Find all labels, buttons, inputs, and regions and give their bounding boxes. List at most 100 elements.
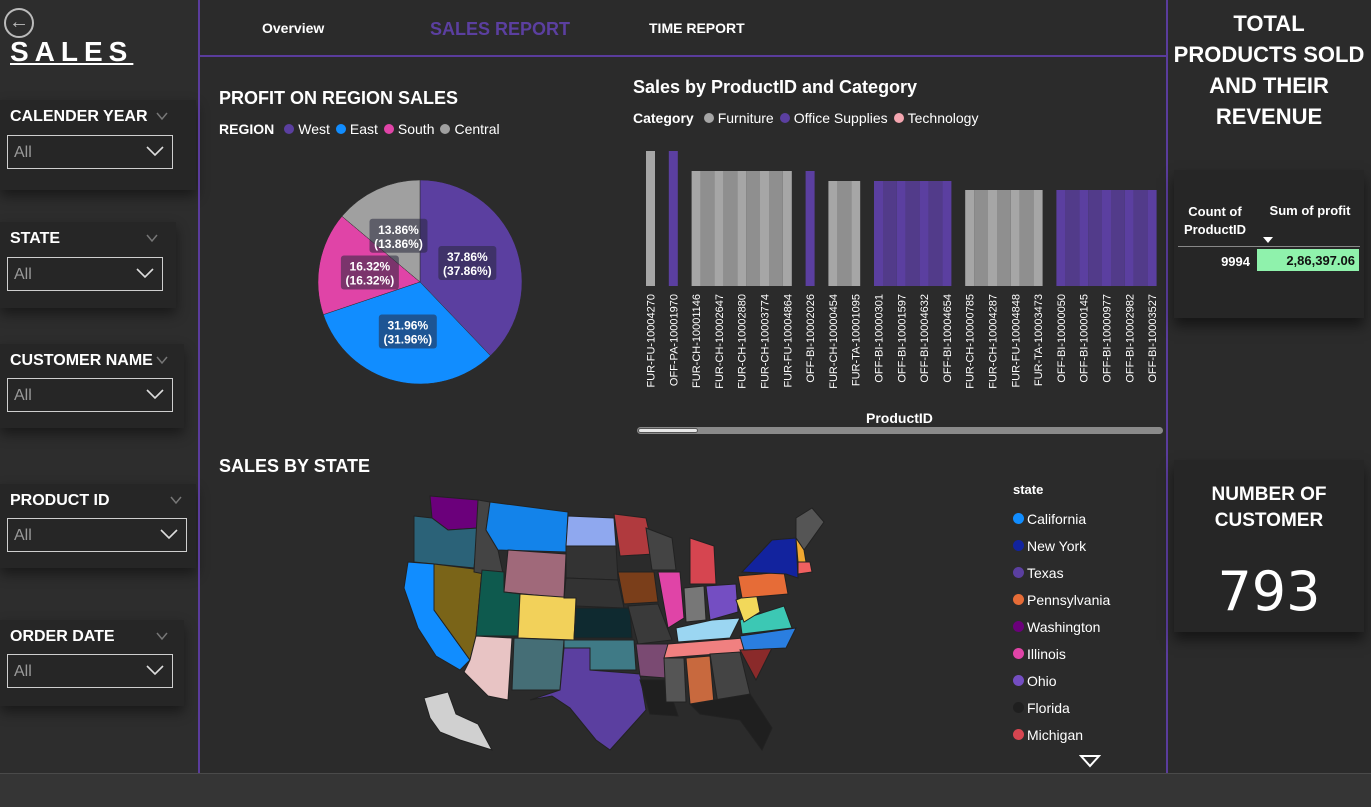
- bar-fur-fu-10004270[interactable]: [646, 151, 655, 286]
- bar-fur-ch-10002880[interactable]: [737, 171, 747, 286]
- product-bar-chart[interactable]: FUR-FU-10004270 OFF-PA-10001970 FUR-CH-100…: [630, 140, 1160, 440]
- legend-item-office-supplies[interactable]: Office Supplies: [779, 110, 888, 126]
- legend-item-technology[interactable]: Technology: [893, 110, 978, 126]
- bar-fur-ch-10004287[interactable]: [988, 190, 997, 286]
- legend-scroll-down-icon[interactable]: [1079, 754, 1101, 768]
- state-massachusetts[interactable]: [797, 561, 813, 575]
- legend-item-central[interactable]: Central: [440, 121, 500, 137]
- tab-overview[interactable]: Overview: [262, 20, 324, 36]
- bar-off-bi-10000050[interactable]: [1056, 190, 1066, 286]
- sort-descending-icon[interactable]: [1262, 236, 1274, 244]
- back-arrow-icon[interactable]: ←: [4, 8, 34, 38]
- state-new-york[interactable]: [740, 537, 799, 579]
- bar-fur-ch-10001146[interactable]: [691, 171, 701, 286]
- x-tick-label: FUR-FU-10004270: [646, 294, 658, 388]
- slicer-dropdown[interactable]: All: [7, 378, 173, 412]
- chevron-down-icon[interactable]: [156, 110, 168, 122]
- legend-item-west[interactable]: West: [284, 121, 330, 137]
- region-pie-chart[interactable]: 37.86%(37.86%)31.96%(31.96%)16.32%(16.32…: [310, 172, 530, 392]
- legend-item-california[interactable]: California: [1013, 505, 1143, 532]
- state-iowa[interactable]: [617, 571, 659, 605]
- legend-item-new-york[interactable]: New York: [1013, 532, 1143, 559]
- bar-band: [1111, 190, 1125, 286]
- state-colorado[interactable]: [517, 593, 577, 641]
- chevron-down-icon: [146, 389, 164, 400]
- scrollbar-thumb[interactable]: [638, 428, 698, 433]
- bar-off-bi-10002026[interactable]: [805, 171, 815, 286]
- chevron-down-icon[interactable]: [156, 354, 168, 366]
- slicer-dropdown[interactable]: All: [7, 257, 163, 291]
- slicer-selected-value: All: [14, 266, 32, 283]
- tab-sales-report[interactable]: SALES REPORT: [430, 19, 570, 40]
- profit-value: 2,86,397.06: [1257, 249, 1359, 271]
- chevron-down-icon[interactable]: [156, 630, 168, 642]
- bar-off-bi-10003527[interactable]: [1147, 190, 1157, 286]
- tab-time-report[interactable]: TIME REPORT: [649, 20, 745, 36]
- slicer-selected-value: All: [14, 527, 32, 544]
- legend-dot: [1013, 621, 1024, 632]
- page-footer-bar: [0, 773, 1371, 807]
- state-alabama[interactable]: [685, 655, 715, 705]
- state-kansas[interactable]: [573, 607, 633, 639]
- legend-item-washington[interactable]: Washington: [1013, 613, 1143, 640]
- state-montana[interactable]: [485, 501, 569, 553]
- state-new-mexico[interactable]: [511, 637, 565, 691]
- legend-item-texas[interactable]: Texas: [1013, 559, 1143, 586]
- chevron-down-icon[interactable]: [170, 494, 182, 506]
- state-florida[interactable]: [688, 693, 773, 751]
- legend-item-michigan[interactable]: Michigan: [1013, 721, 1143, 748]
- us-state-map[interactable]: [400, 488, 840, 763]
- legend-item-pennsylvania[interactable]: Pennsylvania: [1013, 586, 1143, 613]
- legend-title: REGION: [219, 121, 275, 137]
- pie-chart-title: PROFIT ON REGION SALES: [219, 88, 459, 108]
- legend-item-east[interactable]: East: [335, 121, 378, 137]
- state-michigan[interactable]: [689, 537, 717, 585]
- bar-fur-ta-10001095[interactable]: [851, 181, 861, 286]
- bar-fur-ch-10003774[interactable]: [760, 171, 769, 286]
- bar-off-bi-10000145[interactable]: [1079, 190, 1089, 286]
- legend-item-south[interactable]: South: [383, 121, 434, 137]
- legend-item-florida[interactable]: Florida: [1013, 694, 1143, 721]
- slicer-dropdown[interactable]: All: [7, 654, 173, 688]
- column-header-count[interactable]: Count of ProductID: [1178, 203, 1252, 239]
- bar-off-bi-10004654[interactable]: [942, 181, 952, 286]
- bar-off-bi-10002982[interactable]: [1124, 190, 1134, 286]
- legend-item-furniture[interactable]: Furniture: [703, 110, 774, 126]
- bar-band: [723, 171, 738, 286]
- slicer-dropdown[interactable]: All: [7, 135, 173, 169]
- bar-fur-fu-10004848[interactable]: [1010, 190, 1020, 286]
- state-south-dakota[interactable]: [565, 545, 619, 581]
- legend-item-illinois[interactable]: Illinois: [1013, 640, 1143, 667]
- bar-off-bi-10001597[interactable]: [896, 181, 906, 286]
- state-wyoming[interactable]: [503, 549, 567, 599]
- x-tick-label: FUR-TA-10001095: [851, 294, 863, 386]
- state-ohio[interactable]: [705, 583, 739, 621]
- bar-fur-ch-10000785[interactable]: [965, 190, 975, 286]
- bar-fur-ta-10003473[interactable]: [1033, 190, 1043, 286]
- x-tick-label: FUR-CH-10001146: [691, 294, 703, 388]
- slicer-dropdown[interactable]: All: [7, 518, 187, 552]
- state-wisconsin[interactable]: [645, 527, 677, 571]
- horizontal-scrollbar[interactable]: [637, 427, 1163, 434]
- state-indiana[interactable]: [683, 585, 707, 623]
- bar-off-bi-10004632[interactable]: [919, 181, 929, 286]
- x-tick-label: OFF-BI-10003527: [1147, 294, 1159, 383]
- column-header-profit[interactable]: Sum of profit: [1258, 203, 1362, 218]
- bar-fur-fu-10004864[interactable]: [782, 171, 792, 286]
- state-north-dakota[interactable]: [565, 515, 617, 547]
- chevron-down-icon[interactable]: [146, 232, 158, 244]
- bar-off-pa-10001970[interactable]: [668, 151, 678, 286]
- bar-fur-ch-10000454[interactable]: [828, 181, 838, 286]
- legend-dot: [703, 113, 714, 123]
- legend-item-ohio[interactable]: Ohio: [1013, 667, 1143, 694]
- bar-off-bi-10000301[interactable]: [874, 181, 883, 286]
- state-alaska[interactable]: [423, 691, 494, 751]
- bar-off-bi-10000977[interactable]: [1102, 190, 1111, 286]
- panel-divider: [1166, 0, 1168, 773]
- bar-fur-ch-10002647[interactable]: [714, 171, 724, 286]
- x-tick-label: OFF-BI-10004654: [942, 294, 954, 383]
- chevron-down-icon: [146, 665, 164, 676]
- state-arkansas[interactable]: [635, 643, 669, 679]
- state-mississippi[interactable]: [663, 657, 687, 703]
- state-pennsylvania[interactable]: [737, 571, 789, 599]
